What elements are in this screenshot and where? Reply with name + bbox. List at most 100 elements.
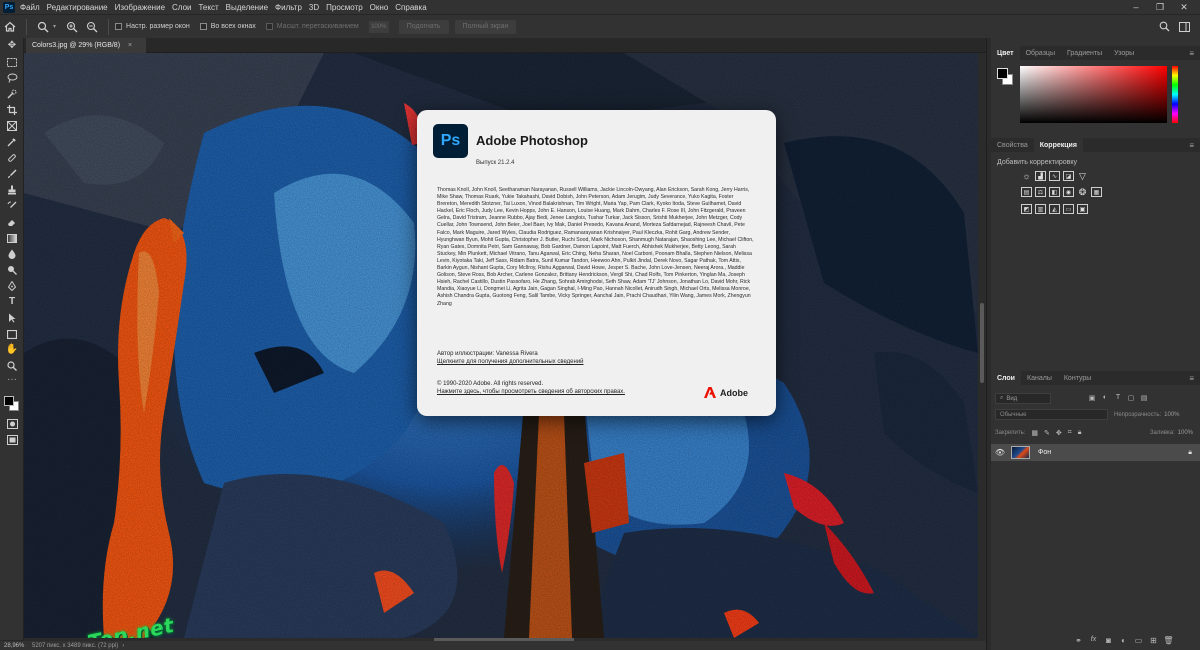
- rectangle-tool-icon[interactable]: [0, 326, 24, 342]
- eyedropper-tool-icon[interactable]: [0, 134, 24, 150]
- menu-filter[interactable]: Фильтр: [275, 3, 302, 12]
- menu-layers[interactable]: Слои: [172, 3, 191, 12]
- tab-paths[interactable]: Контуры: [1058, 371, 1097, 385]
- zoom-out-icon[interactable]: [84, 19, 100, 35]
- frame-tool-icon[interactable]: [0, 118, 24, 134]
- lock-pixels-icon[interactable]: ✎: [1044, 429, 1050, 437]
- tab-adjustments[interactable]: Коррекция: [1033, 138, 1083, 152]
- menu-type[interactable]: Текст: [198, 3, 218, 12]
- about-dialog[interactable]: Ps Adobe Photoshop Выпуск 21.2.4 Thomas …: [417, 110, 776, 416]
- shape-filter-icon[interactable]: ▢: [1126, 394, 1136, 403]
- blur-tool-icon[interactable]: [0, 246, 24, 262]
- color-swatches[interactable]: [0, 386, 24, 416]
- screen-mode-icon[interactable]: [0, 432, 24, 448]
- foreground-color-swatch[interactable]: [4, 396, 14, 406]
- adjustment-filter-icon[interactable]: ◐: [1100, 394, 1110, 403]
- new-group-icon[interactable]: ▭: [1131, 636, 1146, 645]
- pixel-filter-icon[interactable]: ▣: [1087, 394, 1097, 403]
- history-brush-tool-icon[interactable]: [0, 198, 24, 214]
- menu-select[interactable]: Выделение: [226, 3, 268, 12]
- delete-layer-icon[interactable]: 🗑︎: [1161, 636, 1176, 645]
- layer-row[interactable]: 👁︎ Фон 🔒︎: [991, 444, 1200, 461]
- zoom-tool-icon[interactable]: [35, 19, 51, 35]
- visibility-eye-icon[interactable]: 👁︎: [991, 448, 1009, 457]
- layer-filter-select[interactable]: ⌕ Вид: [995, 393, 1051, 404]
- exposure-icon[interactable]: ◪: [1063, 171, 1074, 181]
- zoom-value-field[interactable]: 100%: [368, 20, 389, 33]
- chevron-right-icon[interactable]: ›: [122, 643, 124, 649]
- panel-menu-icon[interactable]: ≡: [1189, 141, 1194, 150]
- eraser-tool-icon[interactable]: [0, 214, 24, 230]
- tab-properties[interactable]: Свойства: [991, 138, 1034, 152]
- hue-slider[interactable]: [1172, 66, 1178, 123]
- gradient-tool-icon[interactable]: [0, 230, 24, 246]
- hue-saturation-icon[interactable]: ▤: [1021, 187, 1032, 197]
- crop-tool-icon[interactable]: [0, 102, 24, 118]
- more-tools-icon[interactable]: ···: [0, 374, 24, 386]
- workspace-icon[interactable]: [1176, 19, 1192, 35]
- brush-tool-icon[interactable]: [0, 166, 24, 182]
- chevron-down-icon[interactable]: ▾: [53, 23, 56, 30]
- photo-filter-icon[interactable]: ◉: [1063, 187, 1074, 197]
- tab-swatches[interactable]: Образцы: [1020, 46, 1061, 60]
- blend-mode-select[interactable]: Обычные: [995, 409, 1108, 420]
- tab-color[interactable]: Цвет: [991, 46, 1020, 60]
- menu-view[interactable]: Просмотр: [326, 3, 363, 12]
- selective-color-icon[interactable]: ▣: [1077, 204, 1088, 214]
- move-tool-icon[interactable]: ✥: [0, 38, 24, 54]
- tab-patterns[interactable]: Узоры: [1108, 46, 1140, 60]
- resize-windows-checkbox[interactable]: Настр. размер окон: [115, 23, 190, 30]
- vibrance-icon[interactable]: ▽: [1077, 171, 1088, 181]
- invert-icon[interactable]: ◩: [1021, 204, 1032, 214]
- foreground-color-chip[interactable]: [997, 68, 1008, 79]
- menu-file[interactable]: Файл: [20, 3, 40, 12]
- gradient-map-icon[interactable]: ▭: [1063, 204, 1074, 214]
- type-filter-icon[interactable]: T: [1113, 394, 1123, 403]
- tab-layers[interactable]: Слои: [991, 371, 1021, 385]
- path-selection-tool-icon[interactable]: [0, 310, 24, 326]
- search-icon[interactable]: [1156, 19, 1172, 35]
- hand-tool-icon[interactable]: ✋: [0, 342, 24, 358]
- fill-screen-button[interactable]: Полный экран: [454, 19, 517, 34]
- tab-channels[interactable]: Каналы: [1021, 371, 1058, 385]
- levels-icon[interactable]: ▟: [1035, 171, 1046, 181]
- menu-help[interactable]: Справка: [395, 3, 426, 12]
- color-picker-field[interactable]: [1020, 66, 1167, 123]
- marquee-tool-icon[interactable]: [0, 54, 24, 70]
- posterize-icon[interactable]: ▥: [1035, 204, 1046, 214]
- document-tab[interactable]: Colors3.jpg @ 29% (RGB/8) ×: [26, 38, 146, 53]
- vertical-scrollbar[interactable]: [978, 53, 986, 638]
- lock-all-icon[interactable]: 🔒︎: [1078, 429, 1082, 437]
- artboard-icon[interactable]: ⌗: [1068, 429, 1072, 437]
- black-white-icon[interactable]: ◧: [1049, 187, 1060, 197]
- home-icon[interactable]: [2, 19, 18, 35]
- threshold-icon[interactable]: ◭: [1049, 204, 1060, 214]
- lock-position-icon[interactable]: ✥: [1056, 429, 1062, 437]
- legal-notices-link[interactable]: Нажмите здесь, чтобы просмотреть сведени…: [437, 389, 625, 395]
- clone-stamp-tool-icon[interactable]: [0, 182, 24, 198]
- fit-screen-button[interactable]: Подогнать: [398, 19, 449, 34]
- quick-mask-icon[interactable]: [0, 416, 24, 432]
- minimize-icon[interactable]: –: [1124, 2, 1148, 12]
- layer-name[interactable]: Фон: [1038, 449, 1051, 456]
- link-layers-icon[interactable]: ⚭: [1071, 636, 1086, 645]
- scrollbar-thumb[interactable]: [980, 303, 984, 383]
- color-lookup-icon[interactable]: ▦: [1091, 187, 1102, 197]
- zoom-tool-sidebar-icon[interactable]: [0, 358, 24, 374]
- dodge-tool-icon[interactable]: [0, 262, 24, 278]
- healing-brush-tool-icon[interactable]: [0, 150, 24, 166]
- brightness-contrast-icon[interactable]: ☼: [1021, 171, 1032, 181]
- close-icon[interactable]: ✕: [1172, 2, 1196, 13]
- all-windows-checkbox[interactable]: Во всех окнах: [199, 23, 256, 30]
- new-adjustment-layer-icon[interactable]: ◐: [1116, 636, 1131, 645]
- zoom-in-icon[interactable]: [64, 19, 80, 35]
- new-layer-icon[interactable]: ⊞: [1146, 636, 1161, 645]
- opacity-value[interactable]: 100%: [1164, 412, 1179, 418]
- tab-gradients[interactable]: Градиенты: [1061, 46, 1108, 60]
- smart-filter-icon[interactable]: ▤: [1139, 394, 1149, 403]
- maximize-icon[interactable]: ❐: [1148, 2, 1172, 13]
- panel-menu-icon[interactable]: ≡: [1189, 374, 1194, 383]
- layer-style-icon[interactable]: fx: [1086, 636, 1101, 645]
- menu-edit[interactable]: Редактирование: [47, 3, 108, 12]
- menu-window[interactable]: Окно: [370, 3, 389, 12]
